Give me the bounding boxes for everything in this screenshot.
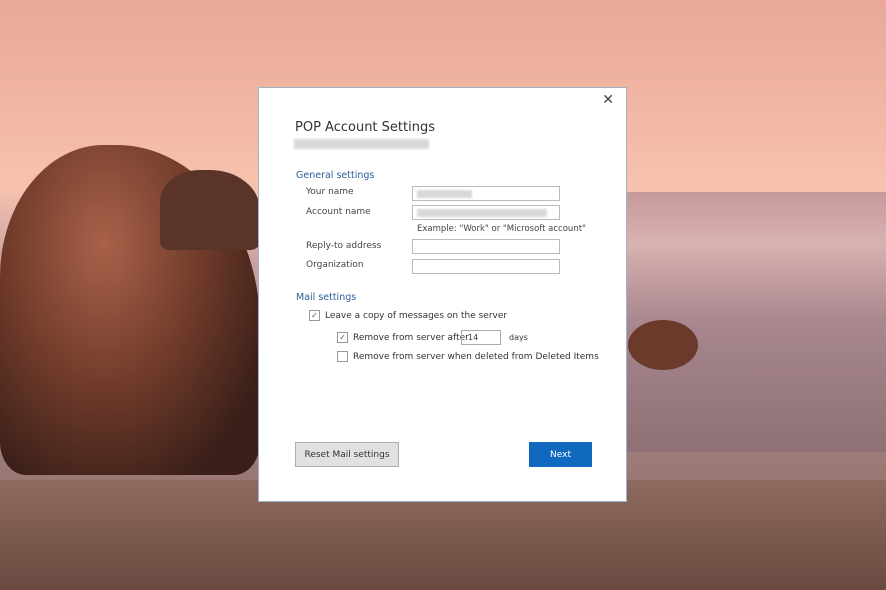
- organization-label: Organization: [306, 260, 364, 270]
- account-name-hint: Example: "Work" or "Microsoft account": [417, 224, 586, 234]
- background-sea: [600, 192, 886, 452]
- remove-deleted-checkbox[interactable]: Remove from server when deleted from Del…: [337, 351, 599, 362]
- background-rocks: [628, 320, 698, 370]
- days-label: days: [509, 333, 528, 342]
- dialog-title: POP Account Settings: [295, 120, 435, 135]
- organization-input[interactable]: [412, 259, 560, 274]
- days-input[interactable]: 14: [461, 330, 501, 345]
- your-name-label: Your name: [306, 187, 354, 197]
- leave-copy-checkbox[interactable]: ✓ Leave a copy of messages on the server: [309, 310, 507, 321]
- pop-account-settings-dialog: ✕ POP Account Settings General settings …: [258, 87, 627, 502]
- close-icon[interactable]: ✕: [602, 92, 614, 108]
- your-name-input[interactable]: [412, 186, 560, 201]
- account-name-label: Account name: [306, 207, 371, 217]
- reply-to-input[interactable]: [412, 239, 560, 254]
- general-settings-heading: General settings: [296, 170, 375, 181]
- reset-mail-settings-button[interactable]: Reset Mail settings: [295, 442, 399, 467]
- check-icon: ✓: [309, 310, 320, 321]
- account-name-input[interactable]: [412, 205, 560, 220]
- redacted-email: [294, 139, 429, 149]
- check-icon: ✓: [337, 332, 348, 343]
- next-button[interactable]: Next: [529, 442, 592, 467]
- remove-after-checkbox[interactable]: ✓ Remove from server after: [337, 332, 469, 343]
- mail-settings-heading: Mail settings: [296, 292, 357, 303]
- reply-to-label: Reply-to address: [306, 241, 382, 251]
- background-rocks: [160, 170, 260, 250]
